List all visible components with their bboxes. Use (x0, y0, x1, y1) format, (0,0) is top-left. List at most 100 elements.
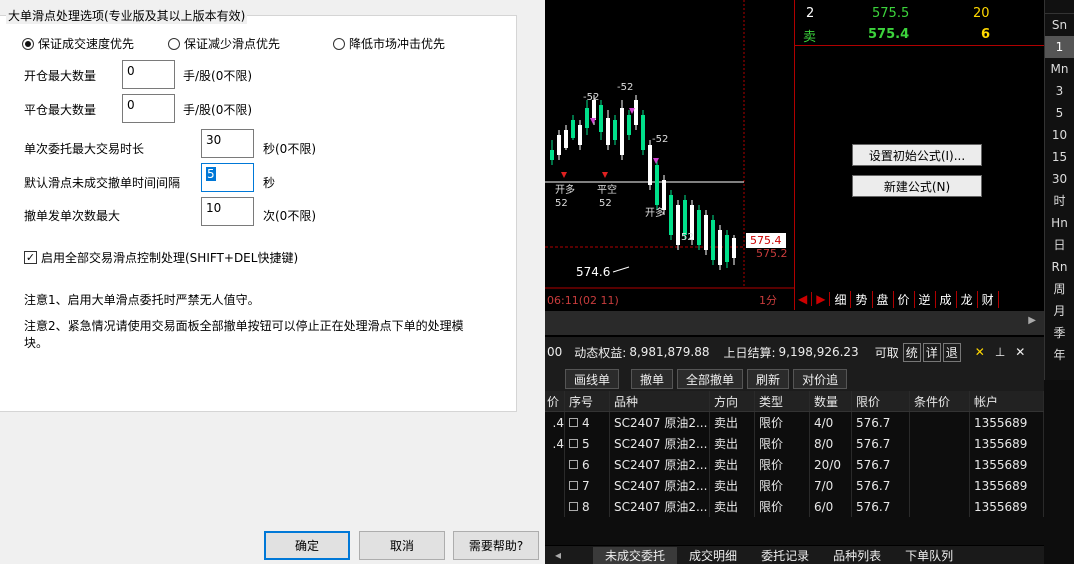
row-checkbox[interactable] (569, 481, 578, 490)
tab-order-queue[interactable]: 下单队列 (893, 547, 965, 564)
radio-reduce-impact[interactable]: 降低市场冲击优先 (333, 35, 445, 52)
period-option[interactable]: Sn (1045, 14, 1074, 36)
tools-icon[interactable]: ✕ (975, 345, 985, 359)
direction-cell: 卖出 (710, 475, 755, 496)
arrow-left-icon[interactable]: ◀ (794, 292, 813, 306)
row-checkbox[interactable] (569, 439, 578, 448)
tab-trade-details[interactable]: 成交明细 (677, 547, 749, 564)
column-header[interactable]: 序号 (565, 391, 610, 411)
radio-speed-priority[interactable]: 保证成交速度优先 (22, 35, 134, 52)
period-option[interactable]: 30 (1045, 168, 1074, 190)
exit-button[interactable]: 退 (942, 342, 961, 362)
candle-body (718, 230, 722, 265)
scroll-right-icon[interactable]: ▶ (1028, 315, 1036, 326)
pin-icon[interactable]: ⊥ (995, 345, 1005, 359)
period-option[interactable]: 10 (1045, 124, 1074, 146)
table-row[interactable]: 7 SC2407 原油2... 卖出 限价 7/0 576.7 1355689 (545, 475, 1044, 496)
period-option[interactable]: 5 (1045, 102, 1074, 124)
tab-symbol-list[interactable]: 品种列表 (821, 547, 893, 564)
column-header[interactable]: 品种 (610, 391, 710, 411)
type-cell: 限价 (755, 496, 810, 517)
kline-chart[interactable]: -52 -52 -52 开多 平空 52 52 开多 52 574.6 575.… (545, 0, 794, 310)
indicator-tab[interactable]: 价 (894, 290, 915, 308)
seq-cell[interactable]: 5 (565, 433, 610, 454)
period-option[interactable]: 1 (1045, 36, 1074, 58)
period-option[interactable]: 15 (1045, 146, 1074, 168)
candle-body (669, 195, 673, 235)
row-checkbox[interactable] (569, 502, 578, 511)
row-checkbox[interactable] (569, 460, 578, 469)
indicator-tab[interactable]: 细 (830, 290, 852, 308)
new-formula-button[interactable]: 新建公式(N) (852, 175, 982, 197)
detail-button[interactable]: 详 (922, 342, 941, 362)
tab-scroll-left-icon[interactable]: ◂ (545, 548, 571, 562)
period-option[interactable]: 时 (1045, 190, 1074, 212)
cancel-button[interactable]: 取消 (359, 531, 445, 560)
max-duration-input[interactable]: 30 (201, 129, 254, 158)
help-button[interactable]: 需要帮助? (453, 531, 539, 560)
tab-order-records[interactable]: 委托记录 (749, 547, 821, 564)
chart-icon[interactable] (1045, 0, 1074, 14)
radio-dot[interactable] (22, 37, 34, 50)
period-option[interactable]: 周 (1045, 278, 1074, 300)
open-max-input[interactable]: 0 (122, 60, 175, 89)
set-init-formula-button[interactable]: 设置初始公式(I)... (852, 144, 982, 166)
close-icon[interactable]: ✕ (1015, 345, 1025, 359)
indicator-tab[interactable]: 逆 (915, 290, 936, 308)
max-resend-input[interactable]: 10 (201, 197, 254, 226)
column-header[interactable]: 价 (545, 391, 565, 411)
radio-dot[interactable] (333, 37, 345, 50)
column-header[interactable]: 方向 (710, 391, 755, 411)
seq-cell[interactable]: 8 (565, 496, 610, 517)
indicator-tab[interactable]: 势 (851, 290, 873, 308)
period-option[interactable]: 日 (1045, 234, 1074, 256)
current-price-marker: 575.4 (746, 233, 786, 248)
cancel-order-button[interactable]: 撤单 (631, 369, 674, 389)
row-checkbox[interactable] (569, 418, 578, 427)
seq-cell[interactable]: 6 (565, 454, 610, 475)
table-vertical-scrollbar[interactable] (1044, 380, 1074, 564)
radio-reduce-slippage[interactable]: 保证减少滑点优先 (168, 35, 280, 52)
seq-cell[interactable]: 4 (565, 412, 610, 433)
tab-pending-orders[interactable]: 未成交委托 (593, 546, 678, 564)
indicator-tab[interactable]: 龙 (957, 290, 978, 308)
column-header[interactable]: 限价 (852, 391, 910, 411)
period-option[interactable]: 季 (1045, 322, 1074, 344)
radio-dot[interactable] (168, 37, 180, 50)
period-option[interactable]: Mn (1045, 58, 1074, 80)
line-order-button[interactable]: 画线单 (565, 369, 620, 389)
period-option[interactable]: Hn (1045, 212, 1074, 234)
period-option[interactable]: Rn (1045, 256, 1074, 278)
period-option[interactable]: 年 (1045, 344, 1074, 366)
cancel-interval-input[interactable]: 5 (201, 163, 254, 192)
indicator-tab[interactable]: 财 (978, 290, 999, 308)
indicator-tab[interactable]: 成 (936, 290, 957, 308)
period-option[interactable]: 3 (1045, 80, 1074, 102)
ok-button[interactable]: 确定 (264, 531, 350, 560)
table-row[interactable]: .4 5 SC2407 原油2... 卖出 限价 8/0 576.7 1355689 (545, 433, 1044, 454)
close-max-input[interactable]: 0 (122, 94, 175, 123)
period-option[interactable]: 月 (1045, 300, 1074, 322)
indicator-tab[interactable]: 盘 (873, 290, 894, 308)
checkbox-check-icon[interactable]: ✓ (24, 251, 37, 264)
radio-label: 保证成交速度优先 (38, 37, 135, 51)
column-header[interactable]: 帐户 (970, 391, 1044, 411)
cancel-all-button[interactable]: 全部撤单 (677, 369, 744, 389)
refresh-button[interactable]: 刷新 (747, 369, 790, 389)
chart-horizontal-scrollbar[interactable]: ▶ (545, 311, 1044, 335)
column-header[interactable]: 类型 (755, 391, 810, 411)
stats-button[interactable]: 统 (902, 342, 921, 362)
quote-volume: 20 (973, 6, 990, 21)
column-header[interactable]: 数量 (810, 391, 852, 411)
arrow-right-icon[interactable]: ▶ (812, 292, 831, 306)
down-arrow-icon (590, 118, 596, 124)
signal-value: 52 (599, 198, 612, 209)
seq-cell[interactable]: 7 (565, 475, 610, 496)
enable-slippage-checkbox[interactable]: ✓ 启用全部交易滑点控制处理(SHIFT+DEL快捷键) (24, 249, 298, 266)
table-row[interactable]: 8 SC2407 原油2... 卖出 限价 6/0 576.7 1355689 (545, 496, 1044, 517)
table-row[interactable]: 6 SC2407 原油2... 卖出 限价 20/0 576.7 1355689 (545, 454, 1044, 475)
column-header[interactable]: 条件价 (910, 391, 970, 411)
type-cell: 限价 (755, 412, 810, 433)
table-row[interactable]: .4 4 SC2407 原油2... 卖出 限价 4/0 576.7 1355689 (545, 412, 1044, 433)
chase-price-button[interactable]: 对价追 (793, 369, 848, 389)
